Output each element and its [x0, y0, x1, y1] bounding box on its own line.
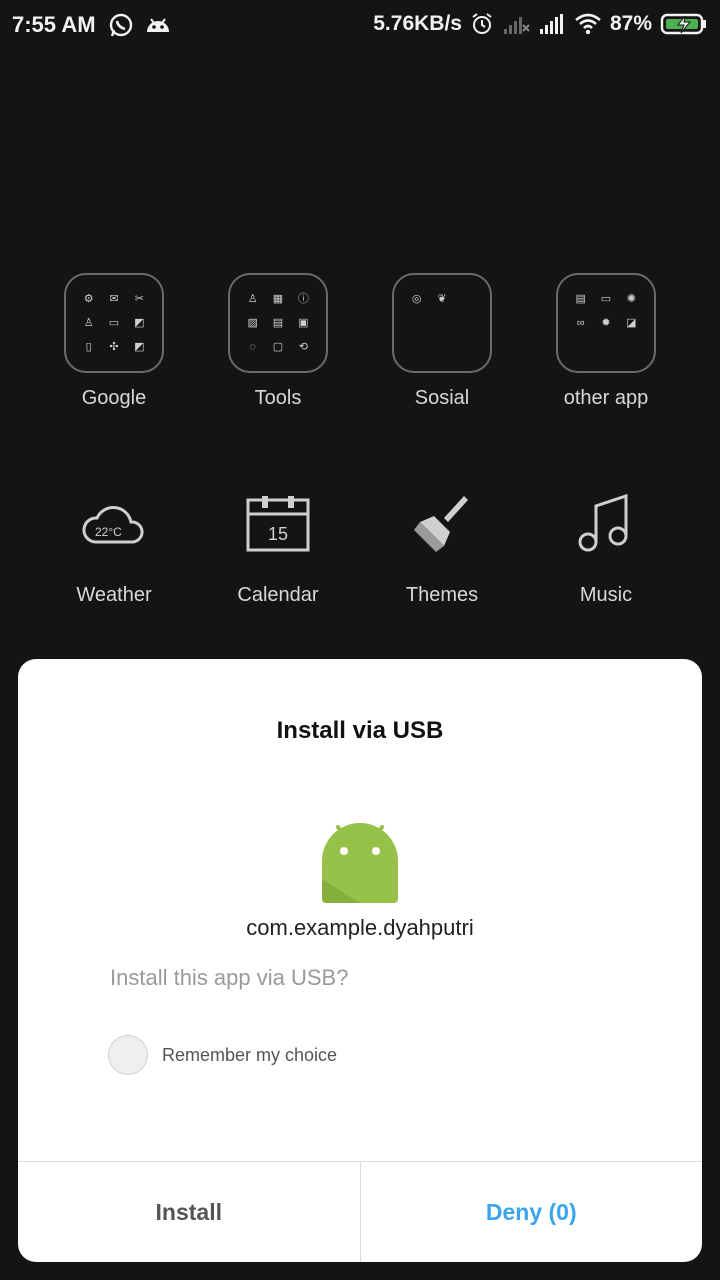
folder-label: Google [81, 387, 147, 409]
folder-app-icon: ⚙ [83, 292, 94, 305]
folder-app-icon: ♙ [247, 292, 258, 305]
folder-app-icon: ❦ [437, 292, 447, 305]
folder-app-icon: ✂ [134, 292, 144, 305]
folder-label: Sosial [414, 387, 470, 409]
android-app-icon [320, 821, 400, 910]
folder-app-icon: ▤ [575, 292, 586, 305]
folder-app-icon [455, 335, 480, 359]
whatsapp-icon [108, 12, 134, 38]
folder-app-icon: ∞ [576, 316, 585, 329]
remember-choice-checkbox[interactable]: Remember my choice [108, 1035, 337, 1075]
folder-app-icon: ◎ [411, 292, 422, 305]
folder-app-icon: ▦ [272, 292, 284, 305]
folder-app-icon: ▤ [272, 316, 284, 329]
folder-app-icon: ⟲ [298, 340, 308, 353]
dialog-title: Install via USB [276, 717, 444, 744]
folder-app-icon [429, 311, 454, 335]
deny-button[interactable]: Deny (0) [361, 1162, 703, 1262]
folder-app-icon: ▢ [272, 340, 284, 353]
folder-app-icon [593, 335, 618, 359]
folder-app-icon: ▭ [600, 292, 612, 305]
folder-app-icon: ♙ [83, 316, 94, 329]
folder-icon: ▤ ▭ ✺ ∞ ✹ ◪ [556, 273, 656, 373]
status-bar: 7:55 AM 5.76KB/s 87% [0, 0, 720, 52]
app-label: Music [579, 584, 633, 606]
install-button[interactable]: Install [18, 1162, 361, 1262]
folder-label: Tools [254, 387, 302, 409]
folder-app-icon: ▣ [298, 316, 309, 329]
battery-charging-icon [660, 12, 708, 36]
signal-x-icon [502, 13, 530, 35]
folder-app-icon [455, 311, 480, 335]
notification-icons [108, 12, 172, 38]
folder-app-icon [404, 311, 429, 335]
app-calendar[interactable]: 15 Calendar [198, 488, 358, 607]
folder-app-icon: ✹ [601, 316, 611, 329]
weather-icon: 22°C [74, 488, 154, 558]
folder-google[interactable]: ⚙ ✉ ✂ ♙ ▭ ◩ ▯ ✣ ◩ Google [34, 273, 194, 410]
folder-label: other app [563, 387, 649, 409]
folder-app-icon [404, 335, 429, 359]
calendar-day: 15 [268, 524, 288, 544]
radio-button[interactable] [108, 1035, 148, 1075]
calendar-icon: 15 [238, 488, 318, 558]
android-debug-icon [144, 12, 172, 38]
app-label: Themes [405, 584, 479, 606]
signal-icon [538, 13, 566, 35]
folder-app-icon: ▨ [247, 316, 258, 329]
folder-app-icon: ⓘ [297, 292, 309, 305]
dialog-button-bar: Install Deny (0) [18, 1161, 702, 1262]
app-label: Weather [76, 584, 152, 606]
folder-other-app[interactable]: ▤ ▭ ✺ ∞ ✹ ◪ other app [526, 273, 686, 410]
folder-tools[interactable]: ♙ ▦ ⓘ ▨ ▤ ▣ ◌ ▢ ⟲ Tools [198, 273, 358, 410]
music-icon [566, 488, 646, 558]
app-themes[interactable]: Themes [362, 488, 522, 607]
folder-icon: ♙ ▦ ⓘ ▨ ▤ ▣ ◌ ▢ ⟲ [228, 273, 328, 373]
folder-app-icon: ✉ [109, 292, 119, 305]
app-label: Calendar [237, 584, 319, 606]
folder-app-icon [429, 335, 454, 359]
folder-app-icon: ▭ [108, 316, 120, 329]
net-speed: 5.76KB/s [373, 12, 462, 35]
folder-icon: ⚙ ✉ ✂ ♙ ▭ ◩ ▯ ✣ ◩ [64, 273, 164, 373]
folder-icon: ◎ ❦ [392, 273, 492, 373]
app-music[interactable]: Music [526, 488, 686, 607]
folder-app-icon: ◌ [249, 340, 256, 353]
remember-choice-label: Remember my choice [162, 1044, 338, 1065]
paintbrush-icon [402, 488, 482, 558]
install-question: Install this app via USB? [110, 965, 349, 990]
folder-sosial[interactable]: ◎ ❦ Sosial [362, 273, 522, 410]
app-row: 22°C Weather 15 Calendar Themes Music [0, 488, 720, 618]
folder-app-icon: ▯ [85, 340, 92, 353]
folder-app-icon: ◩ [134, 316, 145, 329]
package-name: com.example.dyahputri [246, 915, 474, 940]
battery-percent: 87% [609, 12, 652, 35]
wifi-icon [574, 12, 602, 36]
folder-app-icon [619, 335, 644, 359]
alarm-icon [470, 12, 494, 36]
folder-app-icon: ✣ [109, 340, 119, 353]
status-time: 7:55 AM [12, 12, 96, 37]
folder-app-icon [455, 287, 480, 311]
folder-row: ⚙ ✉ ✂ ♙ ▭ ◩ ▯ ✣ ◩ Google ♙ ▦ ⓘ ▨ ▤ ▣ ◌ ▢ ⟲ Tools ◎ ❦ Sosi… [0, 273, 720, 433]
status-right: 5.76KB/s 87% [373, 12, 708, 36]
install-dialog: Install via USB com.example.dyahputri In… [18, 659, 702, 1262]
folder-app-icon: ✺ [626, 292, 636, 305]
folder-app-icon: ◩ [134, 340, 145, 353]
app-weather[interactable]: 22°C Weather [34, 488, 194, 607]
folder-app-icon [568, 335, 593, 359]
weather-temp: 22°C [95, 525, 122, 539]
folder-app-icon: ◪ [626, 316, 637, 329]
